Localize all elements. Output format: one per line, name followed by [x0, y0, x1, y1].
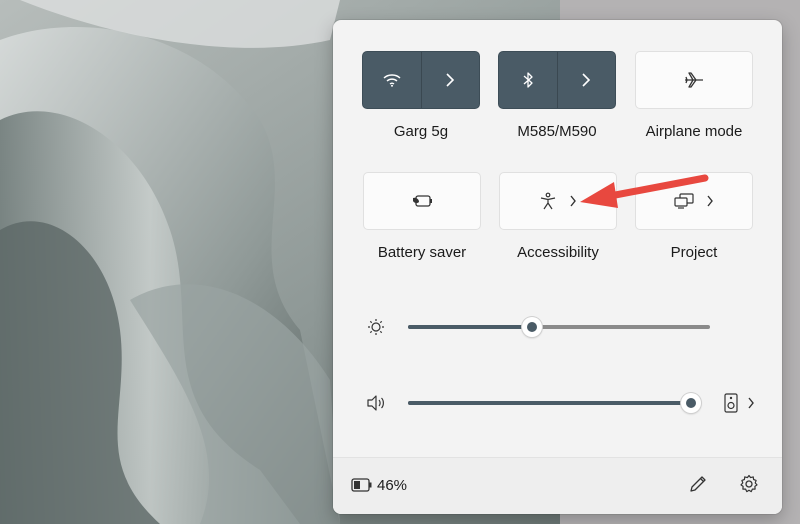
bluetooth-expand-chevron-icon[interactable] — [557, 52, 615, 108]
bluetooth-tile[interactable] — [498, 51, 616, 109]
speaker-icon[interactable] — [366, 394, 386, 412]
volume-slider-row — [333, 388, 782, 418]
quick-settings-panel: Garg 5g M585/M590 Airplane mode Battery … — [333, 20, 782, 514]
battery-icon[interactable] — [351, 478, 373, 492]
audio-output-icon[interactable] — [724, 393, 738, 413]
quick-settings-footer: 46% — [333, 457, 782, 514]
volume-slider-thumb[interactable] — [681, 393, 702, 413]
wifi-expand-chevron-icon[interactable] — [421, 52, 479, 108]
battery-saver-icon — [411, 194, 433, 208]
brightness-slider-thumb[interactable] — [521, 317, 542, 337]
airplane-mode-tile-label: Airplane mode — [645, 123, 743, 140]
bluetooth-icon[interactable] — [499, 52, 557, 108]
wifi-icon[interactable] — [363, 52, 421, 108]
annotation-arrow — [580, 174, 709, 208]
airplane-mode-tile[interactable] — [635, 51, 753, 109]
battery-percentage[interactable]: 46% — [377, 477, 407, 494]
bluetooth-tile-label: M585/M590 — [517, 123, 597, 140]
brightness-icon — [367, 318, 385, 336]
settings-icon[interactable] — [739, 474, 759, 494]
audio-output-chevron-icon[interactable] — [747, 397, 755, 409]
accessibility-icon — [539, 192, 557, 210]
wifi-tile[interactable] — [362, 51, 480, 109]
brightness-slider-row — [333, 312, 782, 342]
battery-saver-tile[interactable] — [363, 172, 481, 230]
battery-saver-tile-label: Battery saver — [377, 244, 467, 261]
accessibility-tile-label: Accessibility — [517, 244, 599, 261]
edit-icon[interactable] — [688, 474, 708, 494]
airplane-icon — [684, 71, 704, 89]
project-tile-label: Project — [670, 244, 718, 261]
brightness-slider-fill — [408, 325, 532, 329]
wifi-tile-label: Garg 5g — [393, 123, 449, 140]
volume-slider-fill — [408, 401, 692, 405]
